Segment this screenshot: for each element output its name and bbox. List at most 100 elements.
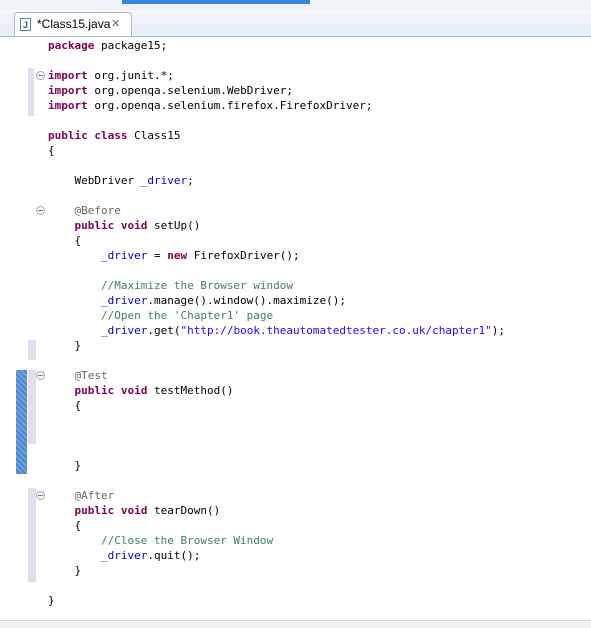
code-line[interactable]: _driver.get("http://book.theautomatedtes… — [48, 323, 505, 338]
code-token: testMethod() — [147, 384, 234, 397]
code-line[interactable]: { — [48, 233, 81, 248]
code-line[interactable]: //Open the 'Chapter1' page — [48, 308, 273, 323]
code-token: = — [147, 249, 168, 262]
code-token: } — [48, 339, 82, 352]
code-token: tearDown() — [147, 504, 221, 517]
code-token-fld: _driver — [100, 294, 148, 307]
code-token: package15; — [94, 39, 168, 52]
code-line[interactable]: @After — [48, 488, 115, 503]
code-token-kw: void — [120, 384, 148, 397]
code-token: } — [48, 459, 82, 472]
code-token-ann: @After — [74, 489, 115, 502]
import-block-marker — [28, 68, 34, 116]
code-line[interactable]: _driver = new FirefoxDriver(); — [48, 248, 300, 263]
code-line[interactable]: _driver.manage().window().maximize(); — [48, 293, 346, 308]
code-token-kw: void — [120, 219, 148, 232]
code-token-ann: @Test — [74, 369, 108, 382]
code-token: org.junit.*; — [87, 69, 174, 82]
code-line[interactable]: { — [48, 143, 55, 158]
code-line[interactable]: } — [48, 563, 81, 578]
code-token-fld: _driver — [100, 549, 148, 562]
code-token-kw: new — [167, 249, 188, 262]
code-line[interactable]: public void tearDown() — [48, 503, 221, 518]
code-line[interactable]: { — [48, 518, 81, 533]
code-token-kw: public — [74, 384, 115, 397]
code-token-fld: _driver — [140, 174, 188, 187]
code-line[interactable]: import org.junit.*; — [48, 68, 174, 83]
code-token: { — [48, 234, 82, 247]
code-line[interactable]: //Close the Browser Window — [48, 533, 273, 548]
code-token: setUp() — [147, 219, 201, 232]
code-line[interactable]: } — [48, 458, 81, 473]
code-token-kw: import — [48, 84, 88, 97]
code-line[interactable]: public void setUp() — [48, 218, 201, 233]
code-line[interactable]: WebDriver _driver; — [48, 173, 194, 188]
code-token: Class15 — [127, 129, 181, 142]
test-block-marker — [28, 370, 36, 444]
fold-collapse-icon[interactable] — [36, 491, 45, 500]
code-token-kw: public — [48, 129, 88, 142]
code-token: { — [48, 399, 82, 412]
code-token-cmt: //Close the Browser Window — [100, 534, 274, 547]
code-line[interactable]: } — [48, 593, 55, 608]
code-line[interactable]: { — [48, 398, 81, 413]
code-token-cmt: //Open the 'Chapter1' page — [100, 309, 274, 322]
code-token-kw: public — [74, 504, 115, 517]
code-line[interactable]: //Maximize the Browser window — [48, 278, 293, 293]
code-token: { — [48, 519, 82, 532]
code-token: } — [48, 594, 55, 607]
code-line[interactable]: @Before — [48, 203, 121, 218]
code-line[interactable]: import org.openqa.selenium.firefox.Firef… — [48, 98, 373, 113]
code-line[interactable]: import org.openqa.selenium.WebDriver; — [48, 83, 293, 98]
fold-collapse-icon[interactable] — [36, 206, 45, 215]
code-line[interactable]: package package15; — [48, 38, 167, 53]
code-line[interactable]: @Test — [48, 368, 108, 383]
java-file-icon: J — [20, 18, 31, 31]
code-line[interactable]: } — [48, 338, 81, 353]
close-icon[interactable]: ✕ — [111, 17, 120, 30]
overview-ruler — [0, 37, 16, 627]
code-token: WebDriver — [48, 174, 141, 187]
code-token: { — [48, 144, 55, 157]
code-token-kw: void — [120, 504, 148, 517]
quick-diff-change-marker[interactable] — [16, 370, 27, 474]
editor-tab-class15[interactable]: J *Class15.java ✕ — [14, 12, 132, 36]
code-token: .manage().window().maximize(); — [147, 294, 347, 307]
code-token: ); — [491, 324, 505, 337]
code-line[interactable]: public class Class15 — [48, 128, 180, 143]
code-line[interactable]: public void testMethod() — [48, 383, 234, 398]
code-line[interactable]: _driver.quit(); — [48, 548, 200, 563]
editor-tab-bar: J *Class15.java ✕ — [0, 10, 591, 37]
tab-title: *Class15.java — [37, 17, 111, 31]
fold-collapse-icon[interactable] — [36, 371, 45, 380]
code-token-kw: public — [74, 219, 115, 232]
teardown-block-marker — [28, 488, 36, 582]
code-token-str: "http://book.theautomatedtester.co.uk/ch… — [180, 324, 492, 337]
code-token: ; — [187, 174, 194, 187]
window-top-strip — [0, 0, 591, 10]
setup-block-marker — [28, 340, 36, 360]
code-token: .get( — [147, 324, 181, 337]
code-token-kw: class — [94, 129, 128, 142]
fold-collapse-icon[interactable] — [36, 71, 45, 80]
code-token-fld: _driver — [100, 324, 148, 337]
code-token: .quit(); — [147, 549, 201, 562]
code-token-kw: import — [48, 99, 88, 112]
code-token: FirefoxDriver(); — [187, 249, 300, 262]
